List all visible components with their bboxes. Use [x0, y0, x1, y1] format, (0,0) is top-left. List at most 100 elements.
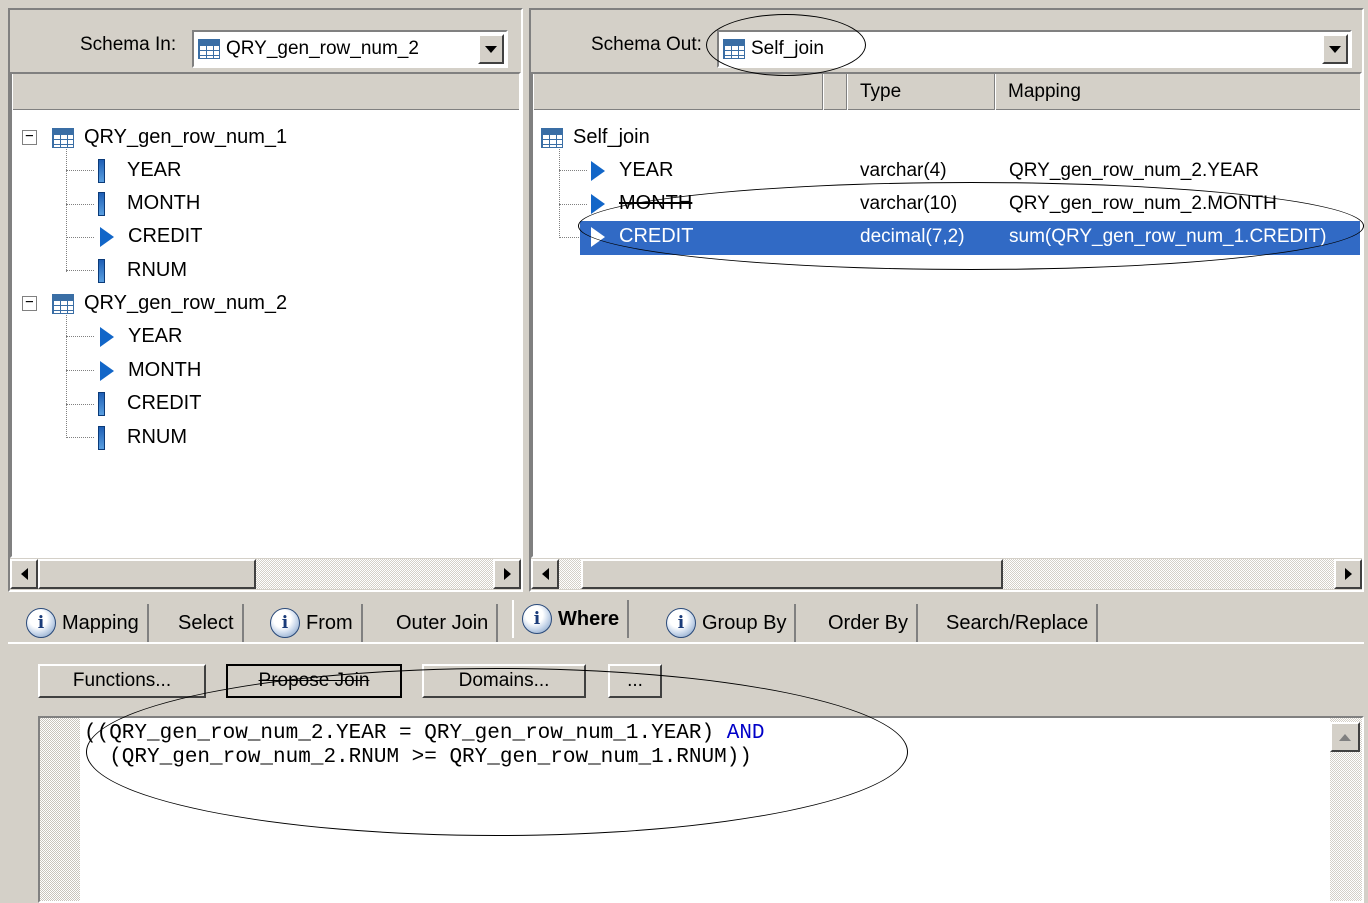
- header-cell-name[interactable]: [533, 74, 823, 110]
- table-name: QRY_gen_row_num_1: [84, 126, 288, 148]
- output-row-year[interactable]: YEAR: [591, 154, 673, 187]
- tab-outer-join[interactable]: Outer Join: [388, 604, 499, 642]
- table-icon: [52, 293, 74, 314]
- tab-label: Order By: [828, 611, 909, 634]
- tree-line: [66, 204, 94, 205]
- tree-line: [66, 170, 94, 171]
- tab-label: From: [306, 611, 353, 634]
- tree-node-column[interactable]: RNUM: [98, 421, 187, 454]
- where-clause-editor[interactable]: ((QRY_gen_row_num_2.YEAR = QRY_gen_row_n…: [38, 716, 1364, 903]
- tree-node-table[interactable]: QRY_gen_row_num_2: [52, 287, 287, 320]
- schema-in-dropdown[interactable]: QRY_gen_row_num_2: [192, 30, 508, 68]
- info-icon: i: [26, 608, 56, 638]
- tab-label: Search/Replace: [946, 611, 1089, 634]
- schema-out-bar: Schema Out: Self_join: [531, 10, 1362, 72]
- mapping-cell: QRY_gen_row_num_2.MONTH: [1009, 192, 1277, 214]
- where-clause-text[interactable]: ((QRY_gen_row_num_2.YEAR = QRY_gen_row_n…: [84, 722, 765, 770]
- tree-line: [66, 404, 94, 405]
- info-icon: i: [522, 604, 552, 634]
- header-cell-mapping[interactable]: Mapping: [995, 74, 1360, 110]
- type-cell: varchar(4): [860, 159, 947, 181]
- scroll-right-icon[interactable]: [493, 559, 521, 589]
- type-header: Type: [860, 81, 902, 102]
- collapse-icon[interactable]: −: [22, 129, 37, 145]
- tab-label: Select: [178, 611, 234, 634]
- column-icon: [98, 258, 105, 283]
- chevron-down-icon[interactable]: [478, 34, 504, 64]
- tree-node-column[interactable]: CREDIT: [98, 387, 201, 420]
- header-cell[interactable]: [12, 74, 519, 110]
- tree-node-column[interactable]: RNUM: [98, 254, 187, 287]
- functions-button[interactable]: Functions...: [38, 664, 206, 698]
- propose-join-label: Propose Join: [258, 670, 370, 691]
- scroll-left-icon[interactable]: [10, 559, 38, 589]
- tree-node-column[interactable]: CREDIT: [100, 220, 202, 253]
- tab-group-by[interactable]: i Group By: [658, 604, 797, 642]
- schema-out-dropdown[interactable]: Self_join: [717, 30, 1352, 68]
- tree-node-column[interactable]: YEAR: [100, 320, 182, 353]
- table-icon: [723, 39, 745, 59]
- tab-label: Group By: [702, 611, 787, 634]
- collapse-icon[interactable]: −: [22, 295, 37, 311]
- tab-select[interactable]: Select: [170, 604, 244, 642]
- tab-order-by[interactable]: Order By: [820, 604, 919, 642]
- tree-line: [66, 336, 94, 337]
- domains-button[interactable]: Domains...: [422, 664, 586, 698]
- tree-node-root[interactable]: Self_join: [541, 121, 650, 154]
- info-icon: i: [666, 608, 696, 638]
- mapped-arrow-icon: [100, 360, 114, 381]
- scroll-thumb[interactable]: [581, 559, 1003, 589]
- mapped-arrow-icon: [591, 226, 605, 247]
- code-line-2: (QRY_gen_row_num_2.RNUM >= QRY_gen_row_n…: [84, 746, 752, 769]
- vertical-scrollbar[interactable]: [1330, 718, 1362, 901]
- tab-where[interactable]: i Where: [512, 600, 630, 638]
- tree-node-column[interactable]: MONTH: [100, 354, 201, 387]
- tab-from[interactable]: i From: [262, 604, 363, 642]
- scroll-left-icon[interactable]: [531, 559, 559, 589]
- output-row-month[interactable]: MONTH: [591, 187, 692, 220]
- tab-search-replace[interactable]: Search/Replace: [938, 604, 1099, 642]
- domains-label: Domains...: [458, 670, 550, 691]
- tree-node-column[interactable]: YEAR: [98, 154, 181, 187]
- schema-in-value: QRY_gen_row_num_2: [226, 38, 419, 59]
- tab-label: Where: [558, 607, 620, 630]
- mapping-header: Mapping: [1008, 81, 1081, 102]
- header-cell-type[interactable]: Type: [847, 74, 995, 110]
- schema-in-tree: − QRY_gen_row_num_1 YEAR MONTH CREDIT RN…: [10, 72, 521, 558]
- type-cell: decimal(7,2): [860, 225, 965, 247]
- tree-node-column[interactable]: MONTH: [98, 187, 200, 220]
- mapped-arrow-icon: [100, 226, 114, 247]
- tree-node-table[interactable]: QRY_gen_row_num_1: [52, 121, 287, 154]
- tree-line: [66, 370, 94, 371]
- mapping-cell: QRY_gen_row_num_2.YEAR: [1009, 159, 1259, 181]
- type-cell: varchar(10): [860, 192, 958, 214]
- propose-join-button[interactable]: Propose Join: [226, 664, 402, 698]
- scroll-up-icon[interactable]: [1330, 722, 1360, 752]
- column-name: MONTH: [619, 192, 693, 214]
- more-label: ...: [627, 670, 643, 691]
- scroll-thumb[interactable]: [38, 559, 256, 589]
- editor-gutter: [40, 718, 80, 901]
- tab-label: Outer Join: [396, 611, 489, 634]
- chevron-down-icon[interactable]: [1322, 34, 1348, 64]
- output-row-credit[interactable]: CREDIT: [591, 220, 693, 253]
- column-icon: [98, 158, 105, 183]
- horizontal-scrollbar[interactable]: [10, 558, 521, 589]
- keyword-and: AND: [726, 722, 765, 745]
- mapped-arrow-icon: [591, 160, 605, 181]
- schema-in-label: Schema In:: [80, 34, 177, 55]
- column-name: CREDIT: [128, 225, 203, 247]
- scroll-right-icon[interactable]: [1334, 559, 1362, 589]
- tab-mapping[interactable]: i Mapping: [18, 604, 149, 642]
- schema-in-bar: Schema In: QRY_gen_row_num_2: [10, 10, 521, 72]
- table-name: QRY_gen_row_num_2: [84, 292, 288, 314]
- tree-line: [559, 140, 560, 238]
- schema-out-value: Self_join: [751, 38, 824, 59]
- info-icon: i: [270, 608, 300, 638]
- tree-line: [66, 270, 94, 271]
- horizontal-scrollbar[interactable]: [531, 558, 1362, 589]
- header-cell-blank[interactable]: [823, 74, 847, 110]
- schema-out-tree: Type Mapping Self_join YEAR varchar(4) Q…: [531, 72, 1362, 558]
- more-button[interactable]: ...: [608, 664, 662, 698]
- column-name: CREDIT: [619, 225, 694, 247]
